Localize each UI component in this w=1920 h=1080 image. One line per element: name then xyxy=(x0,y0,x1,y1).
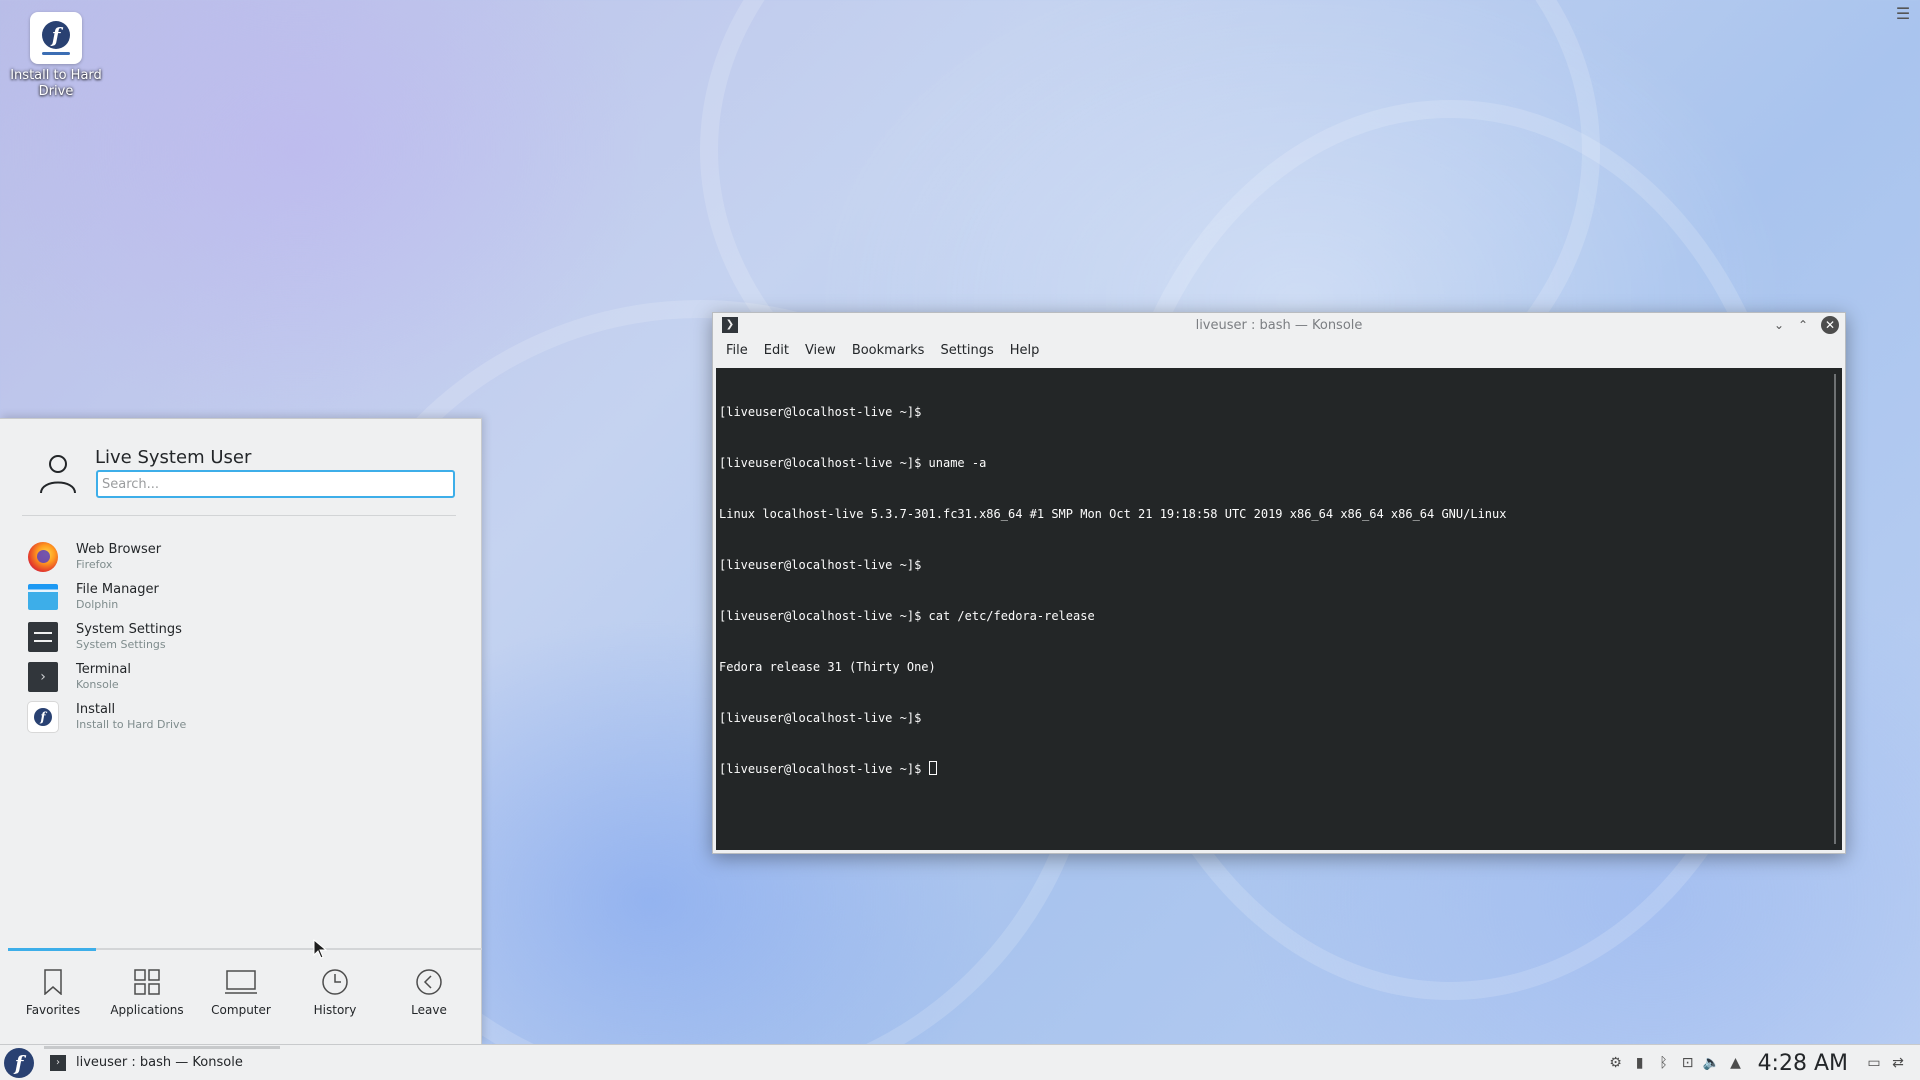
menu-file[interactable]: File xyxy=(719,339,755,362)
tab-history[interactable]: History xyxy=(288,959,382,1029)
settings-icon xyxy=(28,622,58,652)
favorite-subtitle: Install to Hard Drive xyxy=(76,718,187,731)
terminal-line: [liveuser@localhost-live ~]$ uname -a xyxy=(719,456,987,470)
tab-label: Favorites xyxy=(25,1003,81,1017)
terminal-line: [liveuser@localhost-live ~]$ cat /etc/fe… xyxy=(719,609,1095,623)
fedora-install-icon: f xyxy=(30,12,82,64)
favorite-subtitle: Firefox xyxy=(76,558,113,571)
terminal-area[interactable]: [liveuser@localhost-live ~]$ [liveuser@l… xyxy=(716,368,1842,850)
folder-icon xyxy=(28,584,58,610)
taskbar: f › liveuser : bash — Konsole ⚙ ▮ ᛒ ⊡ 🔈 … xyxy=(0,1044,1920,1080)
bluetooth-icon[interactable]: ᛒ xyxy=(1652,1053,1676,1073)
divider xyxy=(22,515,456,516)
firefox-icon xyxy=(28,542,58,572)
system-tray: ⚙ ▮ ᛒ ⊡ 🔈 ▲ 4:28 AM ▭ ⇄ xyxy=(1604,1045,1910,1080)
tab-indicator xyxy=(8,948,482,951)
minimize-icon[interactable]: ⌄ xyxy=(1769,315,1789,335)
menu-settings[interactable]: Settings xyxy=(933,339,1000,362)
show-desktop-icon[interactable]: ▭ xyxy=(1862,1053,1886,1073)
tab-leave[interactable]: Leave xyxy=(382,959,476,1029)
favorite-subtitle: System Settings xyxy=(76,638,166,651)
favorite-subtitle: Dolphin xyxy=(76,598,119,611)
user-avatar-icon[interactable] xyxy=(38,451,78,495)
terminal-icon: › xyxy=(28,662,58,692)
bookmark-icon xyxy=(43,967,63,997)
menubar: File Edit View Bookmarks Settings Help xyxy=(713,337,1845,363)
terminal-line: [liveuser@localhost-live ~]$ xyxy=(719,405,922,419)
terminal-line: [liveuser@localhost-live ~]$ xyxy=(719,711,922,725)
favorite-title: Install xyxy=(76,702,116,717)
network-icon[interactable]: ⊡ xyxy=(1676,1053,1700,1073)
favorites-list: Web Browser Firefox File Manager Dolphin S… xyxy=(28,537,458,737)
application-launcher-button[interactable]: f xyxy=(2,1046,36,1080)
active-tab-indicator xyxy=(8,948,96,951)
launcher-tabs: Favorites Applications Computer History … xyxy=(6,959,476,1029)
back-arrow-icon xyxy=(415,967,443,997)
tab-label: Applications xyxy=(110,1003,184,1017)
terminal-cursor xyxy=(928,761,937,775)
tab-favorites[interactable]: Favorites xyxy=(6,959,100,1029)
panel-settings-icon[interactable]: ⇄ xyxy=(1886,1053,1910,1073)
network-share-icon[interactable]: ⚙ xyxy=(1604,1053,1628,1073)
favorite-title: File Manager xyxy=(76,582,159,597)
favorite-title: System Settings xyxy=(76,622,182,637)
tab-label: History xyxy=(313,1003,357,1017)
favorite-title: Web Browser xyxy=(76,542,162,557)
clock[interactable]: 4:28 AM xyxy=(1758,1051,1848,1076)
konsole-app-icon[interactable]: ❯ xyxy=(722,317,738,333)
konsole-window: ❯ liveuser : bash — Konsole ⌄ ⌃ ✕ File E… xyxy=(712,312,1846,854)
user-name: Live System User xyxy=(95,447,252,468)
terminal-line: [liveuser@localhost-live ~]$ xyxy=(719,558,922,572)
expand-tray-icon[interactable]: ▲ xyxy=(1724,1053,1748,1073)
menu-help[interactable]: Help xyxy=(1003,339,1047,362)
usb-device-icon[interactable]: ▮ xyxy=(1628,1053,1652,1073)
close-icon[interactable]: ✕ xyxy=(1821,316,1839,334)
favorite-title: Terminal xyxy=(76,662,131,677)
menu-edit[interactable]: Edit xyxy=(757,339,796,362)
menu-bookmarks[interactable]: Bookmarks xyxy=(845,339,932,362)
task-title: liveuser : bash — Konsole xyxy=(76,1055,243,1070)
favorite-system-settings[interactable]: System Settings System Settings xyxy=(28,617,458,657)
terminal-icon: › xyxy=(50,1054,66,1071)
terminal-prompt: [liveuser@localhost-live ~]$ xyxy=(719,762,929,776)
volume-icon[interactable]: 🔈 xyxy=(1700,1053,1724,1073)
desktop-icon-label: Install to Hard Drive xyxy=(10,68,102,99)
favorite-file-manager[interactable]: File Manager Dolphin xyxy=(28,577,458,617)
mouse-pointer-icon xyxy=(313,939,327,959)
fedora-logo-icon: f xyxy=(4,1047,34,1078)
favorite-subtitle: Konsole xyxy=(76,678,119,691)
favorite-terminal[interactable]: › Terminal Konsole xyxy=(28,657,458,697)
fedora-install-icon: f xyxy=(28,702,58,732)
search-input[interactable] xyxy=(96,470,455,498)
maximize-icon[interactable]: ⌃ xyxy=(1793,315,1813,335)
computer-icon xyxy=(225,967,257,997)
tab-label: Leave xyxy=(411,1003,447,1017)
favorite-install[interactable]: f Install Install to Hard Drive xyxy=(28,697,458,737)
terminal-line: Linux localhost-live 5.3.7-301.fc31.x86_… xyxy=(719,507,1507,521)
grid-icon xyxy=(134,967,160,997)
tab-computer[interactable]: Computer xyxy=(194,959,288,1029)
window-title: liveuser : bash — Konsole xyxy=(1195,317,1363,333)
clock-icon xyxy=(321,967,349,997)
application-launcher: Live System User Web BrowserFirefox File… xyxy=(0,418,482,1044)
tab-applications[interactable]: Applications xyxy=(100,959,194,1029)
favorite-web-browser[interactable]: Web Browser Firefox xyxy=(28,537,458,577)
hamburger-menu-icon[interactable]: ☰ xyxy=(1894,6,1912,22)
desktop-icon-install[interactable]: f Install to Hard Drive xyxy=(6,12,106,100)
terminal-scrollbar[interactable] xyxy=(1834,374,1836,844)
tab-label: Computer xyxy=(211,1003,271,1017)
window-titlebar[interactable]: ❯ liveuser : bash — Konsole ⌄ ⌃ ✕ xyxy=(713,313,1845,337)
task-konsole[interactable]: › liveuser : bash — Konsole xyxy=(44,1045,280,1080)
terminal-line: Fedora release 31 (Thirty One) xyxy=(719,660,936,674)
menu-view[interactable]: View xyxy=(798,339,843,362)
